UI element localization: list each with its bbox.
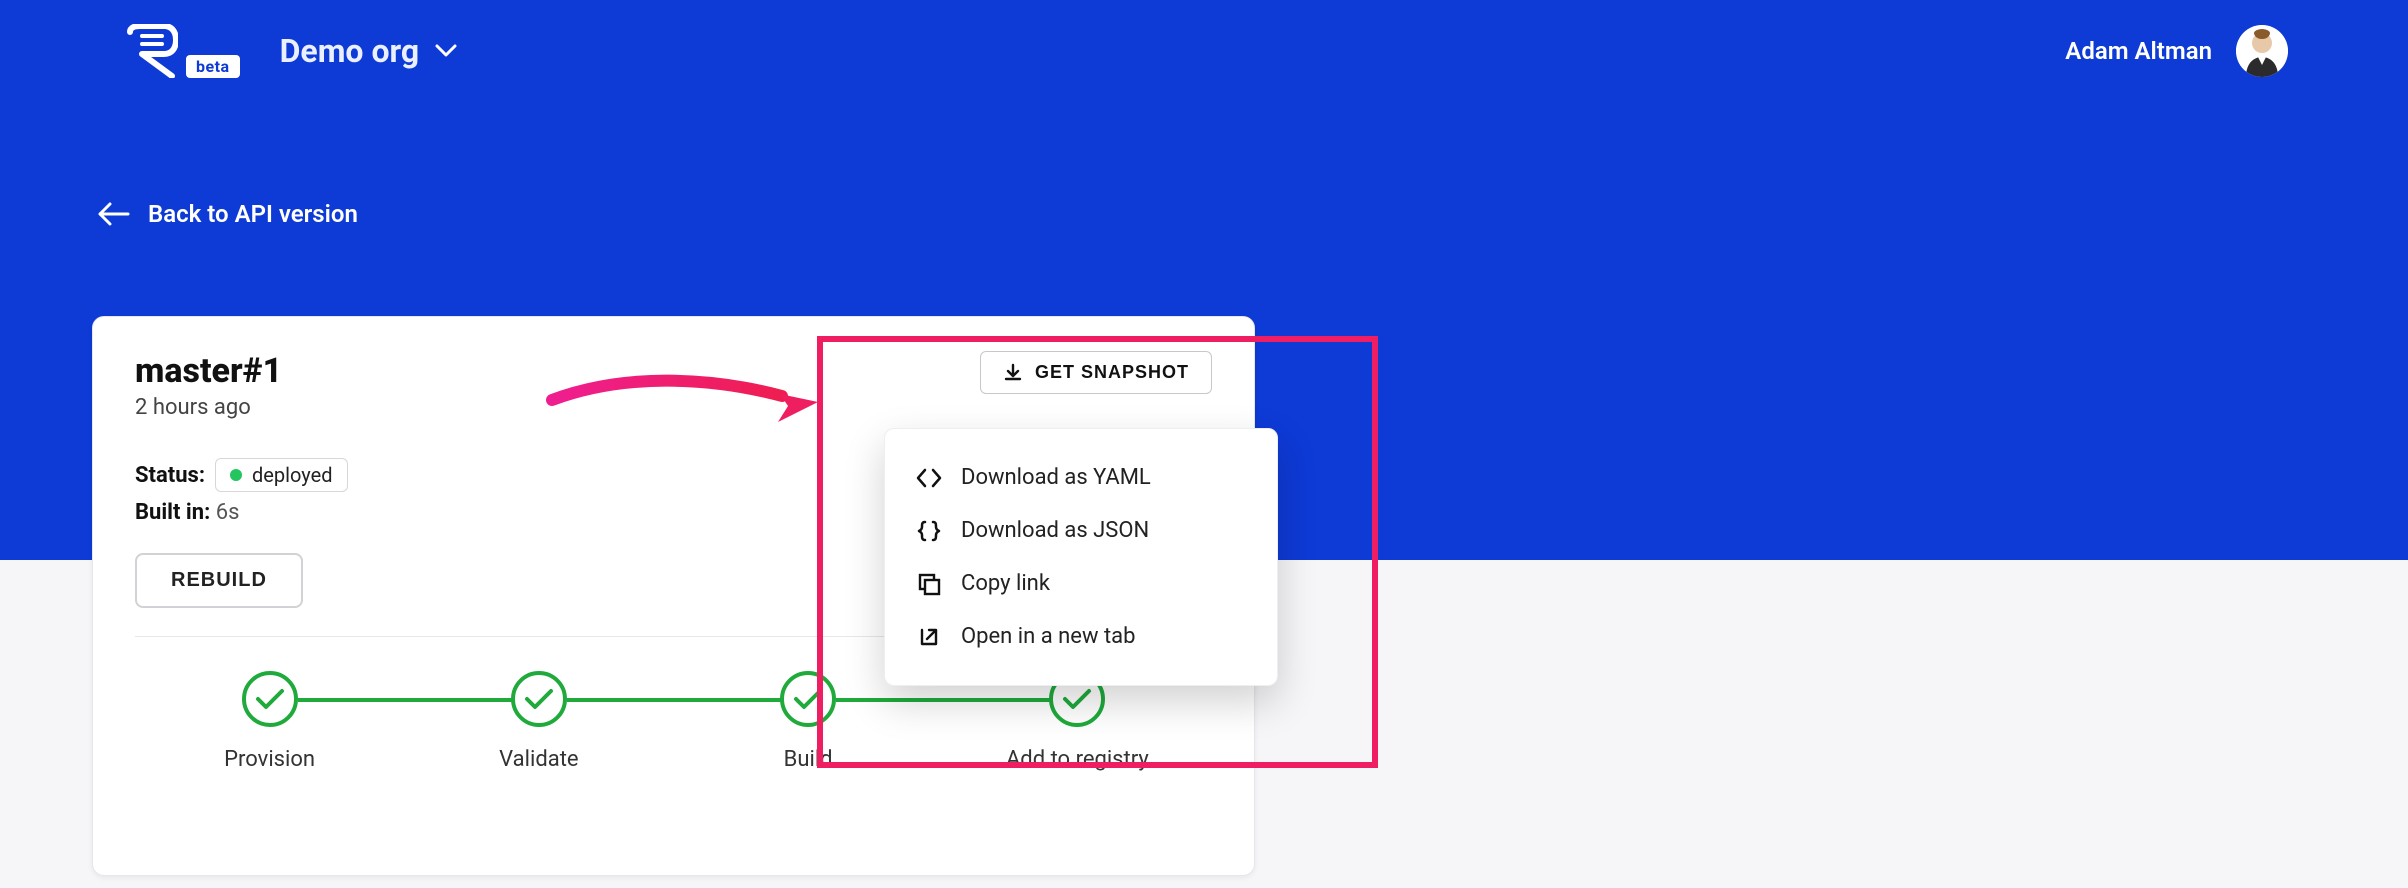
step-build: Build <box>674 671 943 772</box>
chevron-down-icon <box>435 44 457 58</box>
step-validate: Validate <box>404 671 673 772</box>
get-snapshot-button[interactable]: GET SNAPSHOT <box>980 351 1212 394</box>
snapshot-label: GET SNAPSHOT <box>1035 362 1189 383</box>
code-icon <box>915 468 943 488</box>
copy-icon <box>915 572 943 596</box>
dropdown-item-label: Download as JSON <box>961 518 1149 543</box>
arrow-left-icon <box>96 202 130 226</box>
user-name[interactable]: Adam Altman <box>2065 37 2212 65</box>
dropdown-item-download-json[interactable]: Download as JSON <box>885 504 1277 557</box>
step-label: Validate <box>499 747 578 772</box>
dropdown-item-label: Download as YAML <box>961 465 1151 490</box>
org-name: Demo org <box>280 32 420 70</box>
download-icon <box>1003 363 1023 383</box>
step-label: Add to registry <box>1006 747 1149 772</box>
built-value: 6s <box>216 500 240 525</box>
app-header: beta Demo org Adam Altman <box>0 0 2408 78</box>
rebuild-label: REBUILD <box>171 569 267 591</box>
dropdown-item-copy-link[interactable]: Copy link <box>885 557 1277 610</box>
status-label: Status: <box>135 463 205 488</box>
step-registry: Add to registry <box>943 671 1212 772</box>
logo[interactable]: beta <box>120 24 240 78</box>
dropdown-item-label: Open in a new tab <box>961 624 1135 649</box>
build-title: master#1 <box>135 351 282 391</box>
status-badge: deployed <box>215 458 347 492</box>
status-dot-icon <box>230 469 242 481</box>
rebuild-button[interactable]: REBUILD <box>135 553 303 608</box>
step-check-icon <box>511 671 567 727</box>
braces-icon <box>915 520 943 542</box>
back-link[interactable]: Back to API version <box>96 200 358 228</box>
step-check-icon <box>780 671 836 727</box>
dropdown-item-download-yaml[interactable]: Download as YAML <box>885 451 1277 504</box>
snapshot-dropdown: Download as YAML Download as JSON Copy l… <box>884 428 1278 686</box>
step-check-icon <box>242 671 298 727</box>
pipeline-steps: Provision Validate Build <box>135 671 1212 772</box>
built-label: Built in: <box>135 500 210 525</box>
avatar-icon <box>2236 25 2288 77</box>
redocly-logo-icon <box>120 24 178 78</box>
back-link-label: Back to API version <box>148 200 358 228</box>
status-value: deployed <box>252 463 332 487</box>
open-new-tab-icon <box>915 625 943 649</box>
step-label: Build <box>784 747 833 772</box>
step-label: Provision <box>224 747 315 772</box>
beta-badge: beta <box>186 55 240 78</box>
org-switcher[interactable]: Demo org <box>280 32 458 70</box>
step-provision: Provision <box>135 671 404 772</box>
avatar[interactable] <box>2236 25 2288 77</box>
dropdown-item-label: Copy link <box>961 571 1050 596</box>
build-subtitle: 2 hours ago <box>135 395 282 420</box>
dropdown-item-open-new-tab[interactable]: Open in a new tab <box>885 610 1277 663</box>
